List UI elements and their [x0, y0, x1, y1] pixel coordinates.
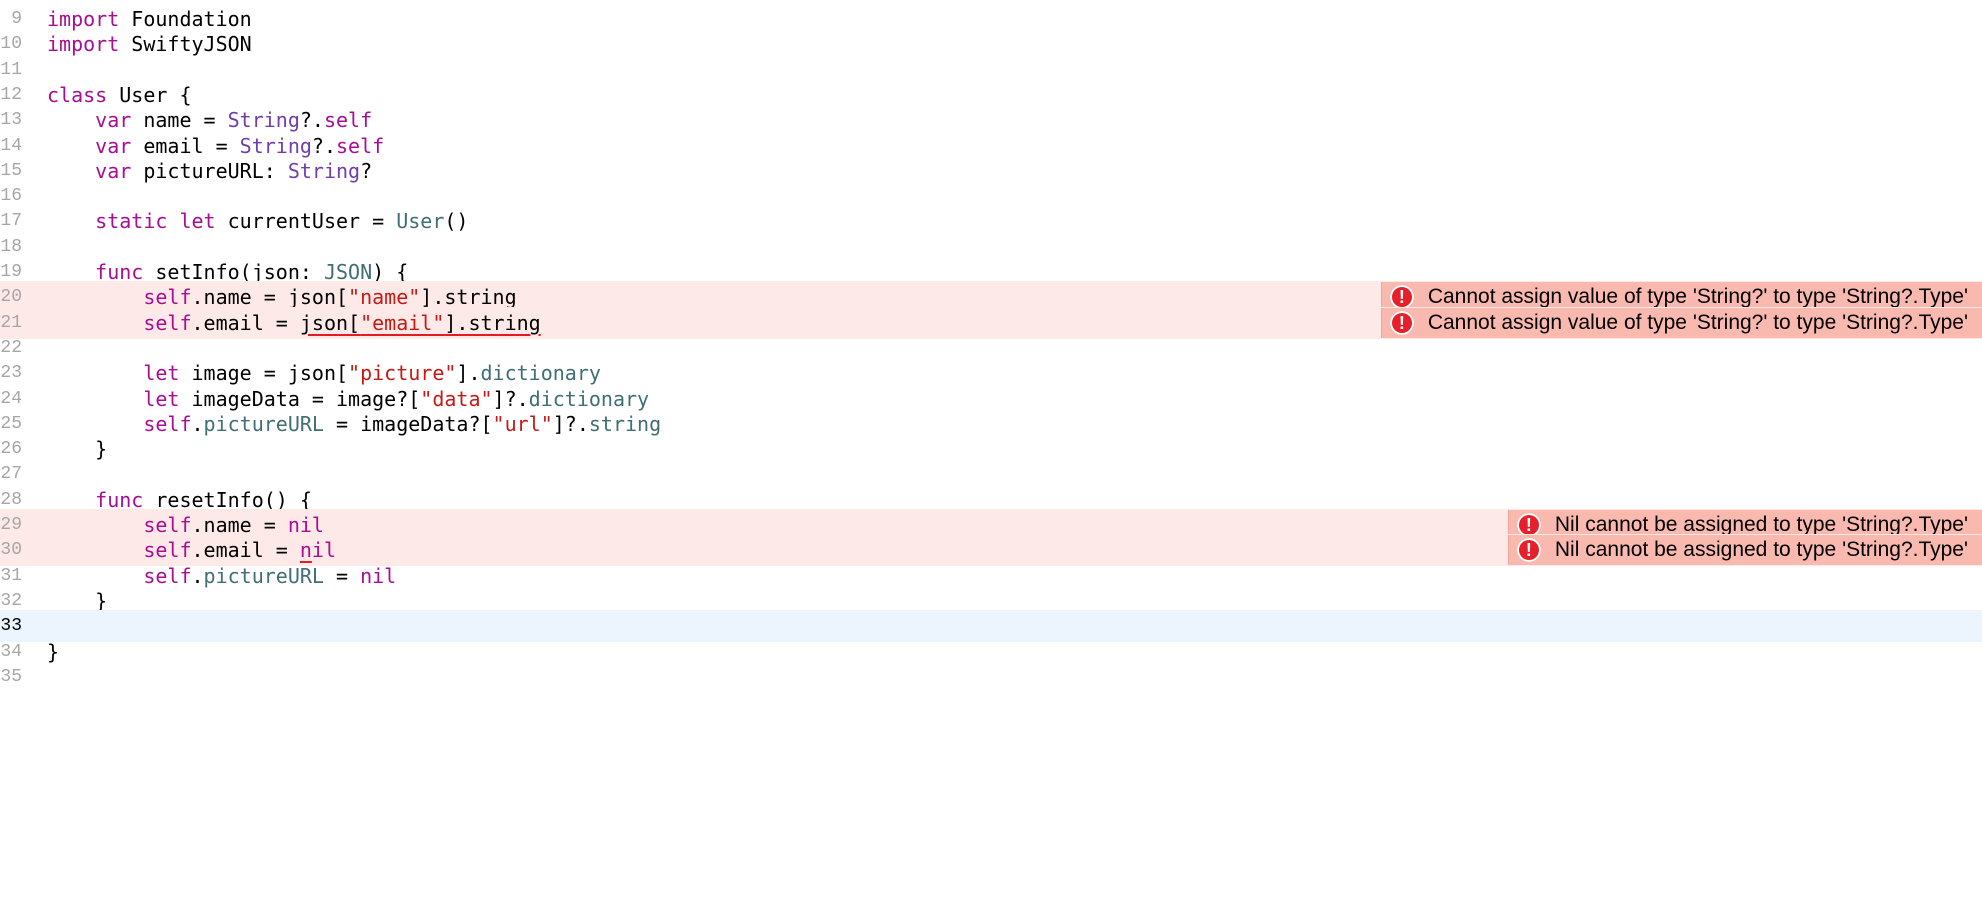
code-editor[interactable]: 9 import Foundation 10 import SwiftyJSON 11 1… [0, 0, 1982, 909]
line-number: 35 [0, 666, 22, 687]
code-line[interactable]: 35 [0, 661, 1982, 693]
